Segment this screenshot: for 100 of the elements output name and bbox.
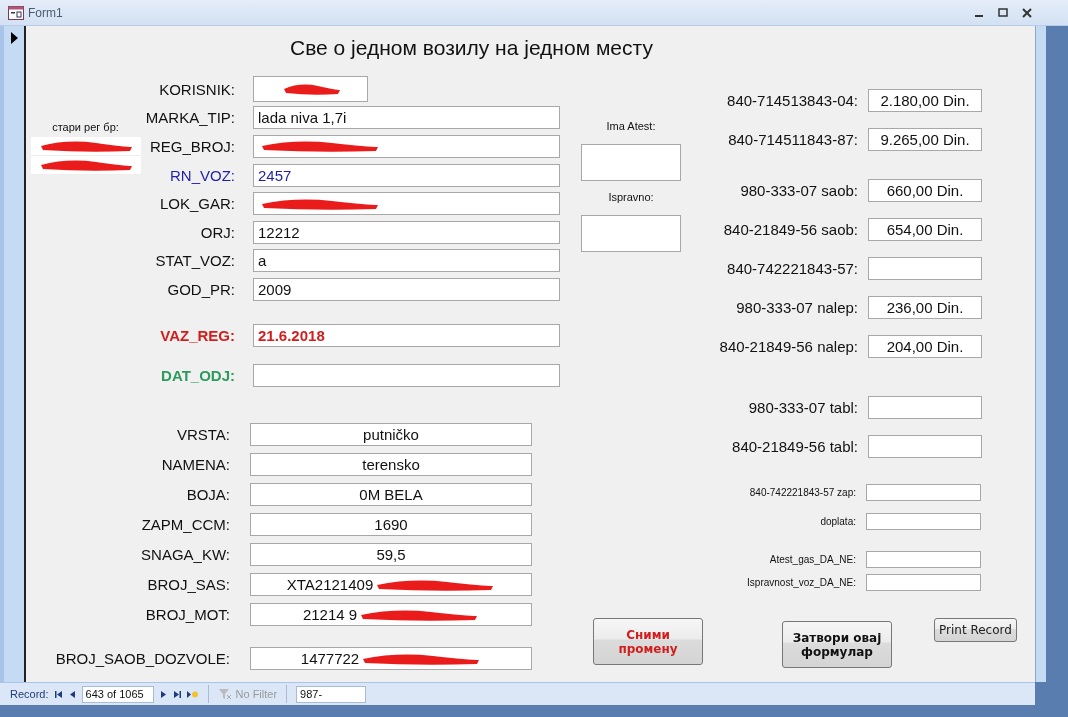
text-field[interactable]: 1477722: [250, 647, 532, 671]
text-field[interactable]: [866, 484, 981, 501]
text-field[interactable]: [868, 435, 982, 458]
save-button[interactable]: Сними промену: [593, 618, 703, 665]
field-label: MARKA_TIP:: [144, 109, 235, 127]
text-field[interactable]: 660,00 Din.: [868, 179, 982, 202]
field-label: стари рег бр:: [52, 121, 119, 133]
field-value: 12212: [258, 223, 300, 241]
text-field[interactable]: [581, 215, 681, 252]
last-record-icon[interactable]: [172, 689, 182, 699]
text-field[interactable]: 1690: [250, 513, 532, 537]
text-field[interactable]: XTA2121409: [250, 573, 532, 597]
next-record-icon[interactable]: [158, 689, 168, 699]
form-icon: [8, 5, 24, 20]
text-field[interactable]: 0M BELA: [250, 483, 532, 507]
field-label: RN_VOZ:: [169, 166, 235, 184]
text-field[interactable]: 12212: [253, 220, 560, 244]
previous-record-icon[interactable]: [67, 689, 77, 699]
filter-icon: [217, 688, 232, 700]
field-value: 21.6.2018: [258, 326, 325, 344]
field-label: BROJ_SAOB_DOZVOLE:: [54, 650, 230, 668]
field-value: XTA2121409: [286, 576, 374, 594]
field-label: BROJ_SAS:: [146, 576, 230, 594]
new-record-icon[interactable]: [186, 689, 199, 699]
field-value: 9.265,00 Din.: [880, 131, 970, 148]
field-value: 204,00 Din.: [886, 338, 964, 355]
field-label: 980-333-07 tabl:: [747, 399, 858, 416]
field-label: NAMENA:: [160, 456, 230, 474]
field-value: 59,5: [376, 546, 406, 564]
field-label: 980-333-07 saob:: [739, 182, 858, 199]
field-value: 0M BELA: [359, 486, 423, 504]
text-field[interactable]: putničko: [250, 423, 532, 447]
field-label: Ima Atest:: [606, 120, 656, 132]
text-field[interactable]: 2009: [253, 277, 560, 301]
close-icon[interactable]: [1022, 7, 1032, 18]
text-field[interactable]: [581, 144, 681, 181]
text-field[interactable]: 21214 9: [250, 603, 532, 627]
field-label: VRSTA:: [175, 426, 230, 444]
field-label: ZAPM_CCM:: [140, 516, 230, 534]
text-field[interactable]: [253, 76, 368, 103]
current-record-icon: [10, 32, 18, 44]
text-field[interactable]: [866, 551, 981, 568]
field-value: lada niva 1,7i: [258, 109, 347, 127]
form-title: Све о једном возилу на једном месту: [289, 35, 654, 61]
field-value: 2009: [258, 280, 292, 298]
field-label: 840-714513843-04:: [726, 92, 858, 109]
field-label: 840-742221843-57 zap:: [748, 487, 856, 498]
search-field[interactable]: 987-: [296, 685, 367, 703]
text-field[interactable]: 654,00 Din.: [868, 218, 982, 241]
close-form-button[interactable]: Затвори овај формулар: [782, 621, 892, 668]
text-field[interactable]: 2457: [253, 163, 560, 187]
text-field[interactable]: 2.180,00 Din.: [868, 89, 982, 112]
record-position-field[interactable]: 643 of 1065: [81, 685, 154, 703]
field-label: ORJ:: [199, 223, 235, 241]
text-field[interactable]: 9.265,00 Din.: [868, 128, 982, 151]
field-label: 840-21849-56 tabl:: [731, 438, 858, 455]
text-field[interactable]: 236,00 Din.: [868, 296, 982, 319]
field-value: 1477722: [300, 650, 360, 668]
field-value: putničko: [363, 426, 419, 444]
field-label: doplata:: [819, 516, 856, 527]
field-label: 840-21849-56 nalep:: [718, 338, 858, 355]
field-label: BROJ_MOT:: [144, 606, 230, 624]
field-label: SNAGA_KW:: [140, 546, 230, 564]
text-field[interactable]: [253, 135, 560, 158]
text-field[interactable]: a: [253, 249, 560, 273]
text-field[interactable]: [866, 574, 981, 591]
maximize-icon[interactable]: [998, 7, 1008, 18]
field-label: Atest_gas_DA_NE:: [768, 554, 856, 565]
text-field[interactable]: 59,5: [250, 543, 532, 567]
redaction-mark: [281, 82, 342, 97]
field-value: 660,00 Din.: [886, 182, 964, 199]
print-button[interactable]: Print Record: [934, 618, 1017, 642]
text-field[interactable]: [868, 396, 982, 419]
text-field[interactable]: [866, 513, 981, 530]
field-label: 980-333-07 nalep:: [735, 299, 858, 316]
text-field[interactable]: terensko: [250, 453, 532, 477]
field-label: BOJA:: [185, 486, 230, 504]
text-field[interactable]: lada niva 1,7i: [253, 106, 560, 130]
field-value: a: [258, 252, 267, 270]
first-record-icon[interactable]: [53, 689, 63, 699]
field-label: KORISNIK:: [158, 80, 235, 98]
text-field[interactable]: [253, 364, 560, 388]
field-label: DAT_ODJ:: [160, 367, 235, 385]
text-field[interactable]: [253, 192, 560, 216]
field-label: LOK_GAR:: [158, 195, 235, 213]
field-label: VAZ_REG:: [159, 326, 235, 344]
field-label: 840-21849-56 saob:: [722, 221, 858, 238]
text-field[interactable]: [868, 257, 982, 280]
field-value: 654,00 Din.: [886, 221, 964, 238]
field-label: STAT_VOZ:: [154, 252, 235, 270]
field-label: 840-742221843-57:: [726, 260, 858, 277]
text-field[interactable]: 204,00 Din.: [868, 335, 982, 358]
field-value: terensko: [362, 456, 420, 474]
field-label: REG_BROJ:: [148, 138, 235, 155]
field-value: 1690: [374, 516, 408, 534]
field-value: 236,00 Din.: [886, 299, 964, 316]
field-value: 2.180,00 Din.: [880, 92, 970, 109]
field-label: Ispravnost_voz_DA_NE:: [746, 577, 856, 588]
text-field[interactable]: 21.6.2018: [253, 323, 560, 347]
field-label: GOD_PR:: [166, 280, 235, 298]
